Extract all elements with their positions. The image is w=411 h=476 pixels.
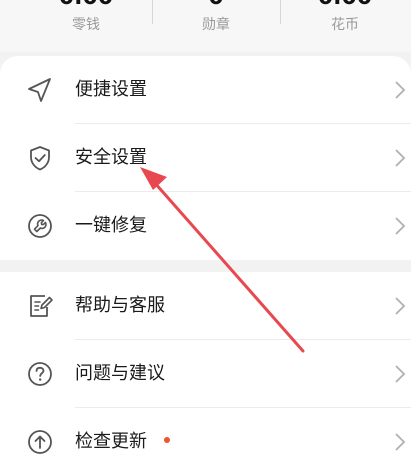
wallet-stats-bar: 0.00 零钱 0 勋章 0.00 花币 bbox=[0, 0, 411, 52]
menu-item-help-service[interactable]: 帮助与客服 bbox=[0, 272, 411, 340]
menu-item-check-update[interactable]: 检查更新 bbox=[0, 408, 411, 476]
menu-item-label: 问题与建议 bbox=[75, 363, 165, 384]
menu-item-quick-settings[interactable]: 便捷设置 bbox=[0, 56, 411, 124]
menu-item-one-click-repair[interactable]: 一键修复 bbox=[0, 192, 411, 260]
chevron-right-icon bbox=[395, 433, 406, 451]
chevron-right-icon bbox=[395, 365, 406, 383]
navigation-arrow-icon bbox=[28, 78, 51, 102]
stat-medals-value: 0 bbox=[156, 0, 276, 10]
menu-item-security-settings[interactable]: 安全设置 bbox=[0, 124, 411, 192]
chevron-right-icon bbox=[395, 81, 406, 99]
stat-change-value: 0.00 bbox=[26, 0, 146, 10]
menu-item-label: 检查更新 bbox=[75, 431, 147, 452]
stat-divider bbox=[280, 0, 281, 24]
chevron-right-icon bbox=[395, 149, 406, 167]
menu-item-label: 一键修复 bbox=[75, 215, 147, 236]
menu-item-feedback[interactable]: 问题与建议 bbox=[0, 340, 411, 408]
menu-item-label: 帮助与客服 bbox=[75, 295, 165, 316]
upload-circle-icon bbox=[28, 430, 52, 454]
support-menu-card: 帮助与客服 问题与建议 检查更新 bbox=[0, 272, 411, 476]
stat-coins-value: 0.00 bbox=[285, 0, 405, 10]
stat-change-label: 零钱 bbox=[72, 17, 100, 33]
menu-item-label: 安全设置 bbox=[75, 147, 147, 168]
edit-document-icon bbox=[30, 295, 53, 317]
stat-divider bbox=[152, 0, 153, 24]
question-circle-icon bbox=[28, 362, 52, 386]
repair-wrench-icon bbox=[28, 214, 52, 238]
stat-medals-label: 勋章 bbox=[202, 17, 230, 33]
menu-item-label: 便捷设置 bbox=[75, 79, 147, 100]
shield-check-icon bbox=[30, 146, 50, 171]
stat-coins-label: 花币 bbox=[331, 17, 359, 33]
chevron-right-icon bbox=[395, 217, 406, 235]
chevron-right-icon bbox=[395, 297, 406, 315]
update-badge-dot bbox=[164, 437, 170, 443]
settings-menu-card: 便捷设置 安全设置 一键修复 bbox=[0, 56, 411, 260]
